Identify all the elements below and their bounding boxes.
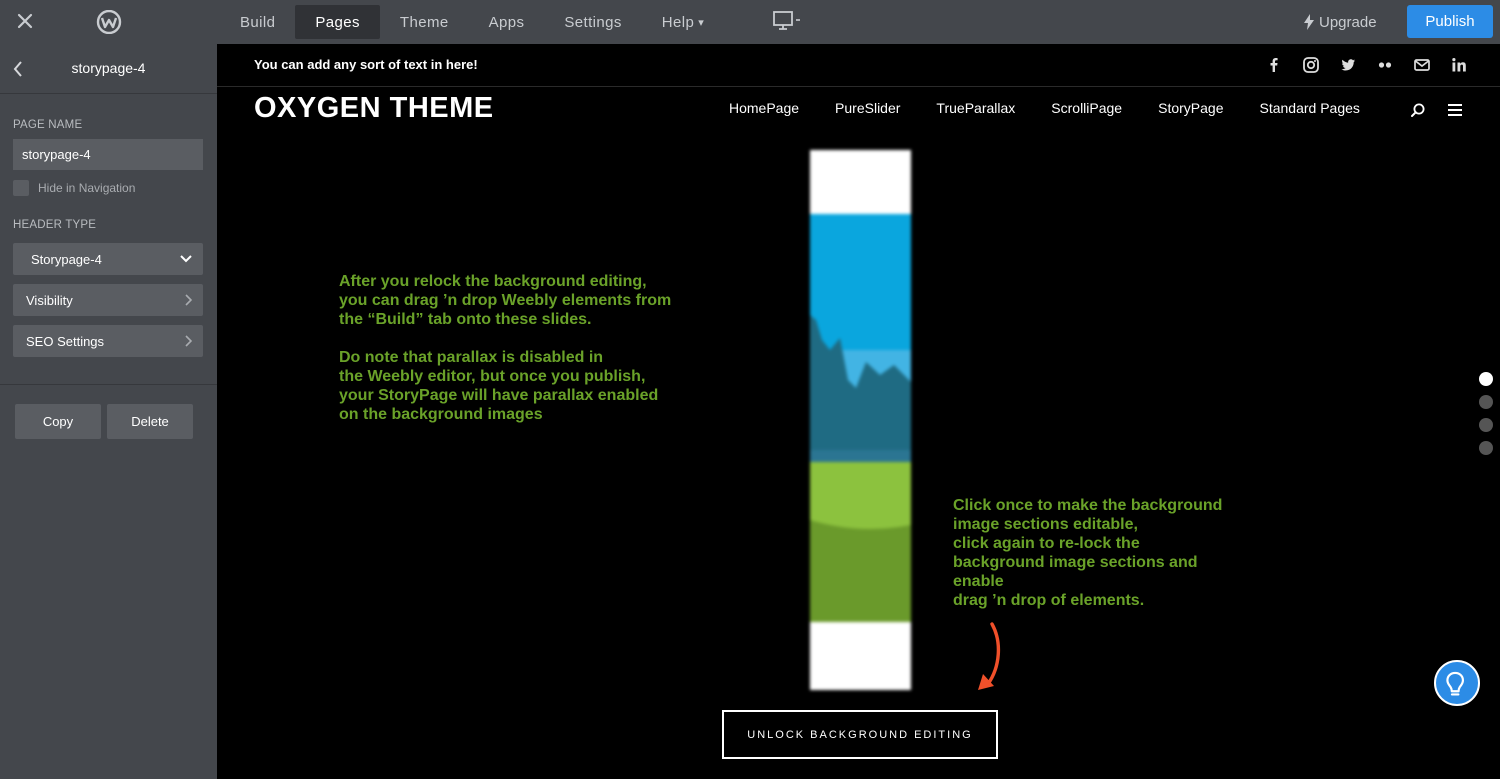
announcement-text[interactable]: You can add any sort of text in here! (254, 57, 478, 72)
tab-settings[interactable]: Settings (544, 0, 641, 44)
instruction-line: drag ’n drop of elements. (953, 592, 1145, 609)
instruction-line (339, 329, 671, 348)
publish-button[interactable]: Publish (1407, 5, 1493, 38)
site-brand-title[interactable]: OXYGEN THEME (254, 92, 494, 125)
sidebar-title: storypage-4 (71, 60, 146, 76)
unlock-background-editing-button[interactable]: UNLOCK BACKGROUND EDITING (722, 710, 998, 759)
instagram-icon[interactable] (1302, 56, 1320, 74)
caret-down-icon: ▾ (698, 16, 705, 29)
instruction-line: click again to re-lock the (953, 535, 1140, 552)
tab-label: Theme (399, 13, 449, 31)
sidebar-divider (0, 384, 217, 385)
instruction-line: Do note that parallax is disabled in (339, 349, 604, 366)
header-type-value: Storypage-4 (31, 251, 102, 267)
site-nav-item[interactable]: PureSlider (835, 100, 900, 116)
site-nav-item[interactable]: HomePage (729, 100, 799, 116)
delete-button[interactable]: Delete (107, 404, 193, 439)
tab-build[interactable]: Build (220, 0, 295, 44)
hide-in-navigation-label: Hide in Navigation (38, 181, 136, 195)
visibility-label: Visibility (26, 292, 73, 308)
seo-settings-row[interactable]: SEO Settings (13, 325, 203, 357)
instruction-line: enable (953, 573, 1004, 590)
tab-label: Pages (315, 13, 360, 31)
tab-label: Build (240, 13, 276, 31)
page-name-label: PAGE NAME (13, 119, 83, 131)
slide-dot[interactable] (1479, 418, 1493, 432)
tab-label: Help (661, 13, 695, 31)
close-icon[interactable] (14, 10, 36, 32)
copy-button[interactable]: Copy (15, 404, 101, 439)
mail-icon[interactable] (1413, 56, 1431, 74)
chevron-right-icon (185, 335, 193, 347)
flickr-icon[interactable] (1376, 56, 1394, 74)
curved-arrow-icon (978, 622, 1001, 690)
site-navigation: HomePage PureSlider TrueParallax ScrolliPag… (729, 100, 1396, 116)
slide-dot[interactable] (1479, 395, 1493, 409)
hamburger-menu-icon[interactable] (1447, 103, 1463, 117)
lightbulb-icon (1446, 671, 1465, 696)
site-preview: You can add any sort of text in here! OX… (217, 44, 1500, 779)
left-instruction-text[interactable]: After you relock the background editing,… (339, 272, 671, 424)
site-nav-item[interactable]: ScrolliPage (1051, 100, 1122, 116)
page-name-input[interactable] (13, 139, 203, 170)
header-type-select[interactable]: Storypage-4 (13, 243, 203, 275)
instruction-line: the Weebly editor, but once you publish, (339, 368, 646, 385)
chevron-down-icon (180, 255, 192, 263)
pages-sidebar: storypage-4 PAGE NAME Hide in Navigation… (0, 44, 217, 779)
visibility-row[interactable]: Visibility (13, 284, 203, 316)
instruction-line: After you relock the background editing, (339, 273, 647, 290)
site-nav-item[interactable]: TrueParallax (936, 100, 1015, 116)
checkbox-box[interactable] (13, 180, 29, 196)
tab-apps[interactable]: Apps (469, 0, 545, 44)
tab-theme[interactable]: Theme (380, 0, 469, 44)
instruction-line: Click once to make the background (953, 497, 1223, 514)
tab-label: Settings (564, 13, 622, 31)
tab-pages[interactable]: Pages (295, 5, 380, 39)
upgrade-link[interactable]: Upgrade (1303, 0, 1377, 44)
instruction-line: your StoryPage will have parallax enable… (339, 387, 659, 404)
sidebar-header: storypage-4 (0, 44, 217, 94)
tab-help[interactable]: Help ▾ (642, 0, 724, 44)
chevron-right-icon (185, 294, 193, 306)
search-icon[interactable] (1410, 102, 1426, 118)
twitter-icon[interactable] (1339, 56, 1357, 74)
instruction-line: image sections editable, (953, 516, 1138, 533)
background-image-strip[interactable] (810, 150, 911, 690)
tab-label: Apps (488, 13, 525, 31)
slide-dots (1479, 372, 1493, 464)
editor-tabs: Build Pages Theme Apps Settings Help ▾ (220, 0, 724, 44)
instruction-line: the “Build” tab onto these slides. (339, 311, 592, 328)
social-icons (1265, 56, 1468, 74)
slide-dot[interactable] (1479, 441, 1493, 455)
facebook-icon[interactable] (1265, 56, 1283, 74)
instruction-line: background image sections and (953, 554, 1198, 571)
weebly-logo-icon[interactable] (96, 10, 122, 34)
lightning-icon (1304, 14, 1314, 30)
site-nav-item[interactable]: Standard Pages (1259, 100, 1359, 116)
desktop-preview-icon[interactable] (772, 10, 802, 34)
header-divider (217, 86, 1500, 87)
editor-root: Build Pages Theme Apps Settings Help ▾ Upgrade… (0, 0, 1500, 779)
top-bar: Build Pages Theme Apps Settings Help ▾ Upgrade… (0, 0, 1500, 44)
seo-settings-label: SEO Settings (26, 333, 105, 349)
header-type-label: HEADER TYPE (13, 219, 97, 231)
linkedin-icon[interactable] (1450, 56, 1468, 74)
help-tips-button[interactable] (1434, 660, 1480, 706)
upgrade-label: Upgrade (1319, 13, 1377, 31)
slide-dot[interactable] (1479, 372, 1493, 386)
instruction-line: you can drag ’n drop Weebly elements fro… (339, 292, 672, 309)
hide-in-navigation-checkbox[interactable]: Hide in Navigation (13, 180, 135, 196)
right-instruction-text[interactable]: Click once to make the background image s… (953, 496, 1222, 610)
instruction-line: on the background images (339, 406, 543, 423)
site-nav-item[interactable]: StoryPage (1158, 100, 1223, 116)
